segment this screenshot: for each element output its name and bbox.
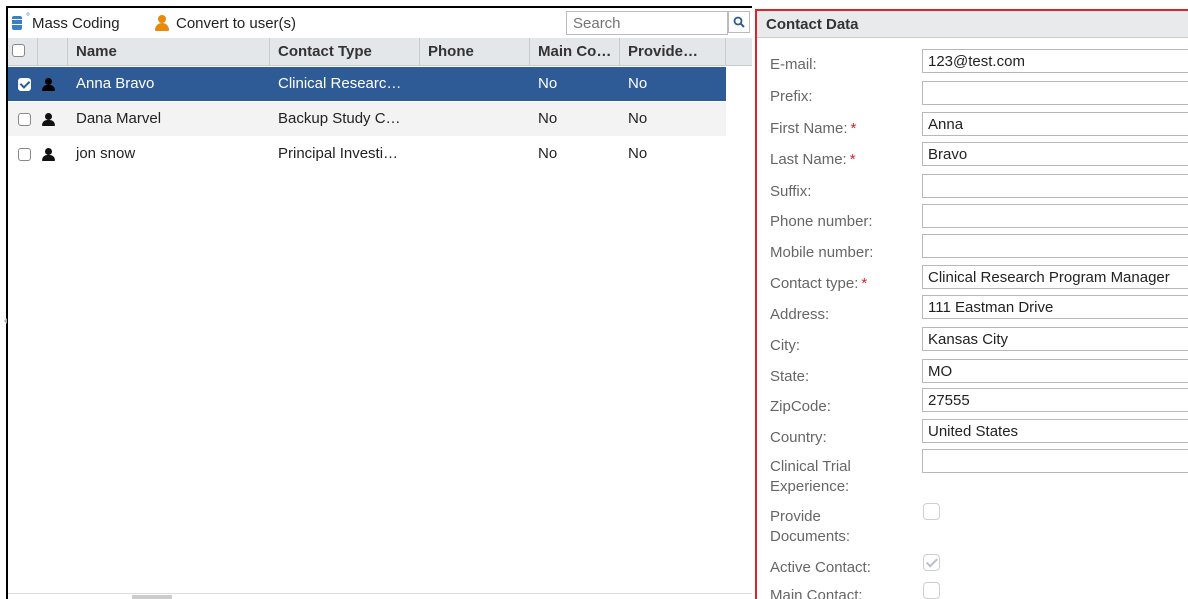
cell-provide-docs: No <box>628 110 648 127</box>
table-row[interactable]: Anna Bravo Clinical Researc… No No <box>8 67 726 101</box>
main-contact-checkbox[interactable] <box>923 582 940 599</box>
contact-data-panel: Contact Data E-mail: Prefix: First Name:… <box>755 9 1188 599</box>
cell-main-contact: No <box>538 110 558 127</box>
active-contact-checkbox[interactable] <box>923 554 940 571</box>
zipcode-field[interactable] <box>922 388 1188 412</box>
search-input[interactable] <box>566 11 728 35</box>
user-icon <box>42 148 55 161</box>
email-label: E-mail: <box>770 56 817 73</box>
user-icon <box>42 113 55 126</box>
zipcode-label: ZipCode: <box>770 398 831 415</box>
required-marker: * <box>850 120 857 137</box>
convert-label: Convert to user(s) <box>176 14 297 32</box>
user-icon <box>154 15 170 31</box>
database-icon: ° <box>12 12 30 31</box>
scrollbar-thumb[interactable] <box>132 595 172 599</box>
cell-name: Anna Bravo <box>76 75 155 92</box>
column-header-phone[interactable]: Phone <box>420 38 530 66</box>
phone-label: Phone number: <box>770 213 873 230</box>
row-checkbox[interactable] <box>18 148 31 161</box>
country-label: Country: <box>770 429 827 446</box>
last-name-field[interactable] <box>922 142 1188 166</box>
city-label: City: <box>770 337 800 354</box>
table-row[interactable]: jon snow Principal Investi… No No <box>8 137 726 171</box>
grid-header: Name Contact Type Phone Main Co… Provide… <box>8 38 726 66</box>
header-icon-cell <box>38 38 68 66</box>
cell-phone <box>420 67 530 101</box>
column-header-main-contact[interactable]: Main Co… <box>530 38 620 66</box>
toolbar: ° Mass Coding Convert to user(s) <box>8 8 752 38</box>
cell-contact-type: Principal Investi… <box>278 145 399 162</box>
suffix-label: Suffix: <box>770 183 812 200</box>
select-all-checkbox[interactable] <box>12 44 25 57</box>
mass-coding-label: Mass Coding <box>32 14 120 32</box>
first-name-field[interactable] <box>922 112 1188 136</box>
user-icon <box>42 78 55 91</box>
cell-provide-docs: No <box>628 75 648 92</box>
address-label: Address: <box>770 306 830 323</box>
row-checkbox[interactable] <box>18 113 31 126</box>
clinical-trial-experience-field[interactable] <box>922 449 1188 473</box>
main-contact-label: Main Contact: <box>770 587 863 599</box>
required-marker: * <box>861 275 868 292</box>
active-contact-label: Active Contact: <box>770 559 871 576</box>
address-field[interactable] <box>922 295 1188 319</box>
clinical-trial-label: Clinical Trial Experience: <box>770 458 851 495</box>
contact-type-label: Contact type: * <box>770 275 868 292</box>
cell-name: jon snow <box>76 145 136 162</box>
state-field[interactable] <box>922 359 1188 383</box>
prefix-field[interactable] <box>922 81 1188 105</box>
cell-provide-docs: No <box>628 145 648 162</box>
mobile-label: Mobile number: <box>770 244 874 261</box>
provide-documents-checkbox[interactable] <box>923 503 940 520</box>
email-field[interactable] <box>922 49 1188 73</box>
header-select-all-cell <box>8 38 38 66</box>
column-header-provide-docs[interactable]: Provide… <box>620 38 726 66</box>
table-row[interactable]: Dana Marvel Backup Study C… No No <box>8 102 726 136</box>
state-label: State: <box>770 368 810 385</box>
search-icon <box>733 16 745 28</box>
cell-contact-type: Clinical Researc… <box>278 75 402 92</box>
contacts-list-pane: ° Mass Coding Convert to user(s) Name Co… <box>0 0 752 599</box>
provide-documents-label: Provide Documents: <box>770 508 851 545</box>
grid-header-filler <box>726 38 752 66</box>
search-button[interactable] <box>728 11 750 33</box>
cell-main-contact: No <box>538 145 558 162</box>
row-checkbox[interactable] <box>18 78 31 91</box>
horizontal-scrollbar[interactable] <box>8 593 752 599</box>
cell-contact-type: Backup Study C… <box>278 110 401 127</box>
first-name-label: First Name: * <box>770 120 857 137</box>
required-marker: * <box>849 151 856 168</box>
cell-phone <box>420 102 530 136</box>
cell-main-contact: No <box>538 75 558 92</box>
prefix-label: Prefix: <box>770 88 813 105</box>
cell-phone <box>420 137 530 171</box>
column-header-contact-type[interactable]: Contact Type <box>270 38 420 66</box>
mass-coding-button[interactable]: ° Mass Coding <box>12 12 120 34</box>
collapse-arrow-icon[interactable] <box>4 318 7 324</box>
suffix-field[interactable] <box>922 174 1188 198</box>
convert-to-users-button[interactable]: Convert to user(s) <box>154 12 296 34</box>
panel-header: Contact Data <box>757 11 1188 38</box>
mobile-field[interactable] <box>922 234 1188 258</box>
city-field[interactable] <box>922 327 1188 351</box>
cell-name: Dana Marvel <box>76 110 162 127</box>
last-name-label: Last Name: * <box>770 151 856 168</box>
country-field[interactable] <box>922 419 1188 443</box>
phone-field[interactable] <box>922 204 1188 228</box>
column-header-name[interactable]: Name <box>68 38 270 66</box>
panel-title: Contact Data <box>766 16 859 33</box>
contact-type-field[interactable] <box>922 265 1188 289</box>
